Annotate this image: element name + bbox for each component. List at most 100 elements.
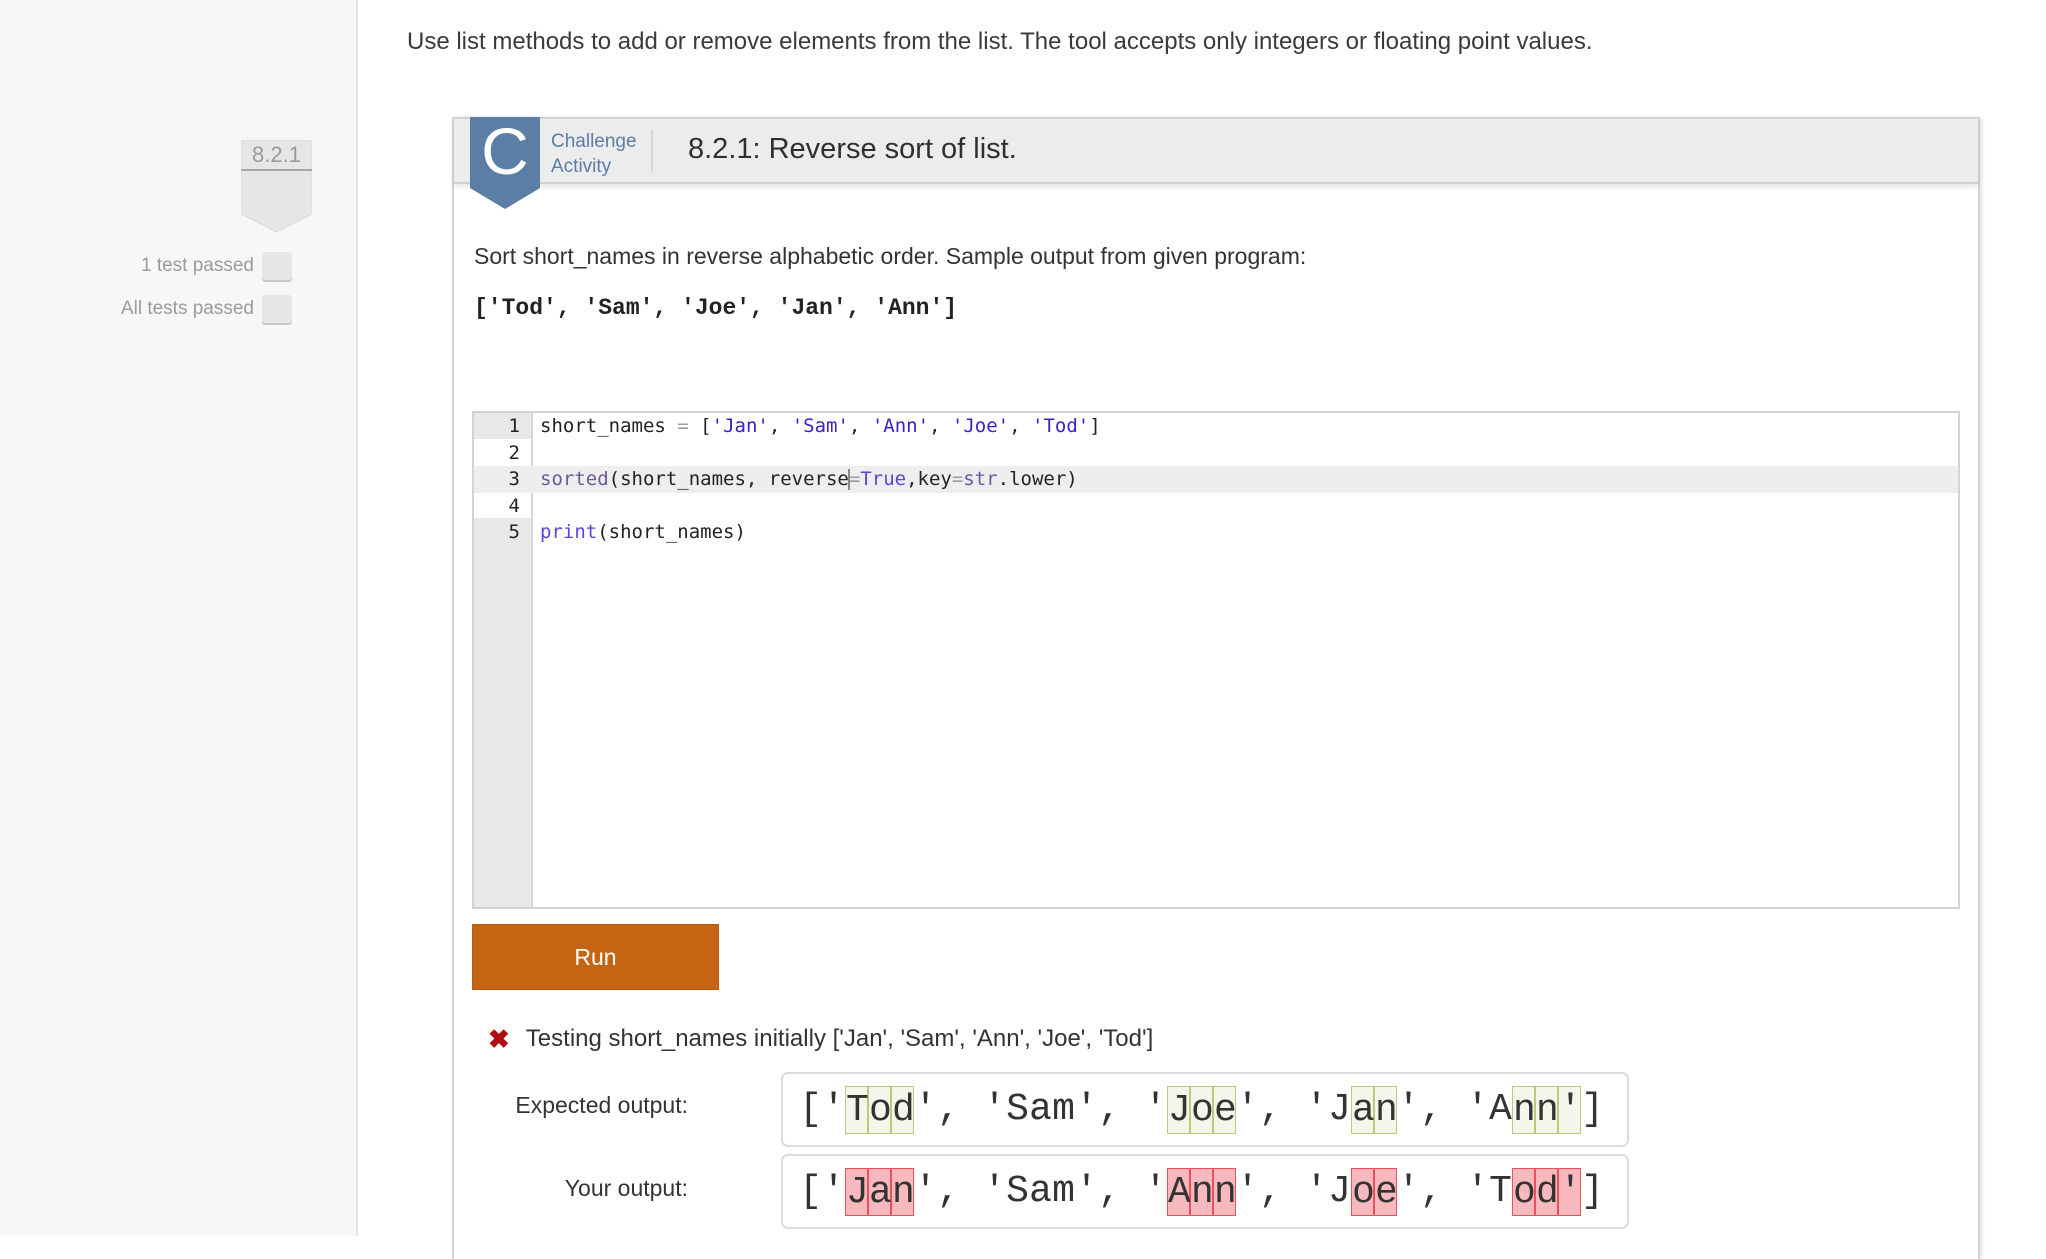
output-char: T — [1489, 1169, 1512, 1213]
output-char: ' — [1236, 1169, 1259, 1213]
code-token: , — [1009, 415, 1032, 437]
code-token: 'Joe' — [951, 415, 1010, 437]
code-text[interactable]: short_names = ['Jan', 'Sam', 'Ann', 'Joe… — [540, 413, 1101, 440]
diff-char: A — [1167, 1167, 1191, 1216]
code-line[interactable]: 4 — [474, 493, 1958, 520]
diff-char: a — [868, 1167, 892, 1216]
challenge-badge: C — [470, 114, 540, 209]
code-token: str — [963, 468, 998, 490]
code-line[interactable]: 1 short_names = ['Jan', 'Sam', 'Ann', 'Jo… — [474, 413, 1958, 440]
output-char — [1282, 1168, 1305, 1216]
output-char: ' — [1305, 1087, 1328, 1131]
output-char: ' — [1397, 1087, 1420, 1131]
diff-char: a — [1351, 1085, 1375, 1134]
progress-checkbox — [262, 295, 292, 323]
run-button[interactable]: Run — [472, 924, 719, 990]
test-result: ✖ Testing short_names initially ['Jan', … — [488, 1024, 1153, 1054]
diff-char: n — [1213, 1167, 1237, 1216]
output-char: ' — [983, 1087, 1006, 1131]
output-char: m — [1052, 1087, 1075, 1131]
code-token: 'Jan' — [711, 415, 769, 437]
card-header: Challenge Activity 8.2.1: Reverse sort o… — [454, 119, 1978, 184]
output-char: , — [1259, 1169, 1282, 1213]
code-token: 'Ann' — [871, 415, 930, 437]
progress-label: 1 test passed — [140, 255, 254, 276]
output-char: , — [1098, 1169, 1121, 1213]
line-number: 5 — [508, 521, 520, 543]
output-char: ' — [1075, 1087, 1098, 1131]
diff-char: d — [1535, 1167, 1559, 1216]
instructions: Sort short_names in reverse alphabetic o… — [474, 243, 1307, 269]
output-char — [960, 1086, 983, 1134]
diff-char: T — [845, 1085, 869, 1134]
expected-output-label: Expected output: — [515, 1092, 688, 1118]
output-char: S — [1006, 1169, 1029, 1213]
diff-char: e — [1213, 1085, 1237, 1134]
line-number: 3 — [508, 468, 520, 490]
code-token: , — [929, 415, 952, 437]
output-char: ' — [1236, 1087, 1259, 1131]
x-mark-icon: ✖ — [488, 1024, 510, 1054]
output-char: ' — [1305, 1169, 1328, 1213]
diff-char: J — [845, 1167, 869, 1216]
output-char: , — [1259, 1087, 1282, 1131]
output-char: J — [1328, 1169, 1351, 1213]
code-token: [ — [688, 415, 712, 437]
code-token: , — [768, 415, 792, 437]
code-editor[interactable]: 1 short_names = ['Jan', 'Sam', 'Ann', 'Jo… — [472, 411, 1960, 909]
output-char: ' — [914, 1169, 937, 1213]
diff-char: o — [1351, 1167, 1375, 1216]
output-char: J — [1328, 1087, 1351, 1131]
diff-char: n — [1374, 1085, 1398, 1134]
code-token: .lower) — [997, 468, 1078, 490]
code-line[interactable]: 3 sorted(short_names, reverse=True,key=st… — [474, 466, 1958, 493]
code-line[interactable]: 5 print(short_names) — [474, 519, 1958, 546]
line-number: 4 — [508, 494, 520, 517]
code-token: ,key — [906, 468, 952, 490]
line-number: 2 — [508, 441, 520, 464]
diff-char: d — [891, 1085, 915, 1134]
activity-type-line2: Activity — [551, 156, 612, 177]
output-char — [1443, 1086, 1466, 1134]
diff-char: n — [1535, 1085, 1559, 1134]
code-token: True — [860, 468, 907, 490]
line-number: 1 — [508, 415, 520, 437]
diff-char: o — [1512, 1167, 1536, 1216]
output-char: A — [1489, 1087, 1512, 1131]
output-char — [1121, 1168, 1144, 1216]
output-char: [ — [799, 1087, 822, 1131]
code-text[interactable]: print(short_names) — [540, 519, 746, 546]
challenge-badge-letter: C — [481, 114, 529, 188]
activity-type-line1: Challenge — [551, 131, 637, 152]
output-char: ' — [983, 1169, 1006, 1213]
diff-char: o — [1190, 1085, 1214, 1134]
diff-char: J — [1167, 1085, 1191, 1134]
diff-char: ' — [1558, 1085, 1582, 1134]
diff-char: o — [868, 1085, 892, 1134]
code-lines[interactable]: 1 short_names = ['Jan', 'Sam', 'Ann', 'Jo… — [474, 413, 1958, 546]
output-char: ' — [1397, 1169, 1420, 1213]
code-token: , — [848, 415, 872, 437]
progress-checkbox — [262, 252, 292, 280]
output-char: ' — [1466, 1169, 1489, 1213]
output-char — [1443, 1168, 1466, 1216]
output-char: [ — [799, 1169, 822, 1213]
output-char: , — [1098, 1087, 1121, 1131]
code-line[interactable]: 2 — [474, 440, 1958, 467]
sidebar: 8.2.1 1 test passed All tests passed — [0, 0, 358, 1236]
expected-output-text: [' To d ', ' Sa m ', ' Jo e ', ' Ja n ', ' An n '] — [799, 1085, 1604, 1134]
section-badge: 8.2.1 — [241, 140, 312, 232]
progress-one-test: 1 test passed — [141, 251, 292, 281]
progress-label: All tests passed — [120, 298, 254, 319]
code-token: = — [951, 468, 964, 490]
code-text[interactable]: sorted(short_names, reverse=True,key=str… — [540, 466, 1078, 493]
output-char — [1121, 1086, 1144, 1134]
intro-text: Use list methods to add or remove elemen… — [407, 28, 1593, 55]
progress-all-tests: All tests passed — [121, 294, 292, 324]
your-output-text: [' Ja n ', ' Sa m ', ' An n ', ' Jo e ', ' To d '] — [799, 1167, 1604, 1216]
section-number: 8.2.1 — [252, 142, 301, 167]
diff-char: ' — [1558, 1167, 1582, 1216]
output-char: ] — [1581, 1169, 1604, 1213]
diff-char: n — [1512, 1085, 1536, 1134]
code-token: = — [677, 415, 689, 437]
